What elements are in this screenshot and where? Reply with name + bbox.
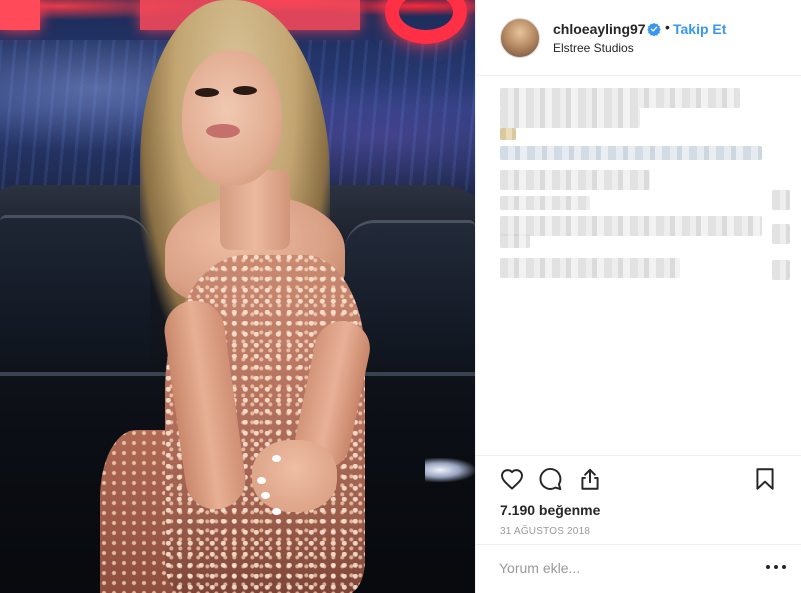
blurred-text-line [500,108,640,128]
blurred-emoji [500,128,516,140]
blurred-like-icon [772,224,790,244]
comment-input[interactable] [499,557,729,579]
verified-badge-icon [647,22,661,36]
like-count[interactable]: 7.190 beğenme [500,502,600,518]
separator-dot: • [665,19,670,35]
fingernail [272,455,281,462]
heart-icon[interactable] [499,466,525,492]
comment-bubble-icon[interactable] [537,466,563,492]
neon-sign-bar [0,0,40,30]
fingernail [261,492,270,499]
add-comment-section [476,544,801,593]
blurred-comment [500,196,590,210]
caption-blurred [500,88,790,288]
blurred-text-line [500,88,740,108]
blurred-like-icon [772,190,790,210]
face [182,50,282,185]
lips [206,124,240,138]
eye [233,86,257,95]
blurred-comment [500,258,680,278]
car-headlight [425,458,475,482]
blurred-like-icon [772,260,790,280]
car-window [0,215,150,368]
fingernail [272,508,281,515]
blurred-comment [500,234,530,248]
eye [195,88,219,97]
instagram-post: chloeayling97 • Takip Et Elstree Studios [0,0,801,593]
fingernail [257,477,266,484]
post-header: chloeayling97 • Takip Et Elstree Studios [476,0,801,76]
blurred-hashtags [500,146,762,160]
more-options-icon[interactable] [764,557,788,577]
avatar[interactable] [500,18,540,58]
post-side-panel: chloeayling97 • Takip Et Elstree Studios [475,0,801,593]
location-link[interactable]: Elstree Studios [553,41,634,55]
post-actions: 7.190 beğenme 31 AĞUSTOS 2018 [476,455,801,545]
username-link[interactable]: chloeayling97 [553,21,646,37]
bookmark-icon[interactable] [752,466,778,492]
share-icon[interactable] [577,466,603,492]
blurred-comment [500,216,762,236]
post-date[interactable]: 31 AĞUSTOS 2018 [500,526,590,537]
blurred-comment [500,170,650,190]
post-photo[interactable] [0,0,475,593]
follow-button[interactable]: Takip Et [673,21,726,37]
hand [252,440,337,512]
